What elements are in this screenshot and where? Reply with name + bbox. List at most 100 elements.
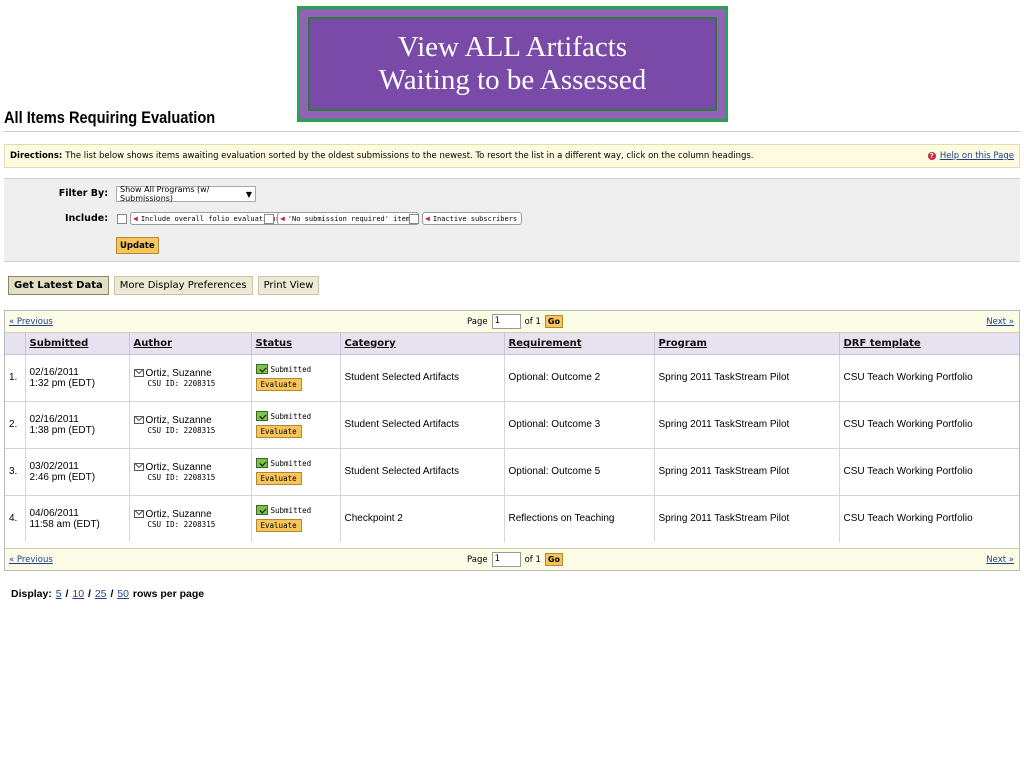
column-header-category[interactable]: Category	[340, 333, 505, 355]
evaluate-button[interactable]: Evaluate	[255, 519, 302, 533]
include-option-inactive[interactable]: ◀ Inactive subscribers	[409, 212, 523, 225]
submitted-time: 2:46 pm (EDT)	[29, 471, 96, 483]
rows-10-link[interactable]: 10	[72, 588, 84, 600]
info-arrow-icon: ◀	[133, 214, 138, 223]
include-option-folio[interactable]: ◀ Include overall folio evaluations	[117, 212, 285, 225]
go-button[interactable]: Go	[544, 315, 563, 328]
category-cell: Student Selected Artifacts	[340, 401, 505, 449]
no-submission-option-label: 'No submission required' items	[287, 214, 415, 223]
rows-25-link[interactable]: 25	[95, 588, 107, 600]
program-cell: Spring 2011 TaskStream Pilot	[654, 448, 840, 496]
status-cell: Submitted Evaluate	[251, 354, 341, 402]
pager-bottom: « Previous Page 1 of 1 Go Next »	[5, 548, 1019, 570]
view-toolbar: Get Latest Data More Display Preferences…	[8, 276, 320, 295]
page-title: All Items Requiring Evaluation	[4, 108, 216, 127]
print-view-button[interactable]: Print View	[257, 276, 320, 295]
submitted-icon	[255, 364, 268, 374]
column-header-status[interactable]: Status	[251, 333, 341, 355]
column-header-drf-template[interactable]: DRF template	[839, 333, 1019, 355]
title-banner: View ALL Artifacts Waiting to be Assesse…	[297, 6, 728, 122]
evaluate-button[interactable]: Evaluate	[255, 425, 302, 438]
inactive-checkbox[interactable]	[409, 213, 419, 224]
program-select-value: Show All Programs (w/ Submissions)	[120, 185, 210, 203]
requirement-cell: Optional: Outcome 3	[504, 401, 655, 449]
items-table: Submitted Author Status Category Require…	[5, 333, 1019, 542]
author-name: Ortiz, Suzanne	[145, 508, 212, 520]
inactive-option-pill: ◀ Inactive subscribers	[422, 212, 523, 225]
mail-icon[interactable]	[133, 368, 144, 377]
evaluate-button[interactable]: Evaluate	[255, 472, 302, 485]
submitted-date: 02/16/2011	[29, 413, 79, 425]
column-header-program[interactable]: Program	[654, 333, 840, 355]
submitted-date: 02/16/2011	[29, 366, 79, 378]
table-row: 3. 03/02/2011 2:46 pm (EDT) Ortiz, Suzann…	[5, 448, 1019, 496]
evaluate-button[interactable]: Evaluate	[255, 378, 302, 391]
submitted-time: 11:58 am (EDT)	[29, 518, 100, 530]
get-latest-data-button[interactable]: Get Latest Data	[8, 276, 109, 295]
include-option-no-submission[interactable]: ◀ 'No submission required' items	[264, 212, 420, 225]
column-header-author[interactable]: Author	[129, 333, 252, 355]
page-number-input[interactable]: 1	[491, 314, 521, 329]
program-cell: Spring 2011 TaskStream Pilot	[654, 401, 840, 449]
mail-icon[interactable]	[133, 415, 144, 424]
next-page-link[interactable]: Next »	[986, 317, 1014, 327]
include-label: Include:	[65, 213, 108, 224]
column-header-submitted[interactable]: Submitted	[25, 333, 130, 355]
category-cell: Student Selected Artifacts	[340, 448, 505, 496]
row-number: 3.	[5, 448, 26, 496]
author-cell: Ortiz, Suzanne CSU ID: 2208315	[129, 448, 252, 496]
row-number: 1.	[5, 354, 26, 402]
column-header-requirement[interactable]: Requirement	[504, 333, 655, 355]
help-link-wrap[interactable]: ? Help on this Page	[927, 151, 1014, 161]
submitted-date: 04/06/2011	[29, 507, 79, 519]
folio-option-label: Include overall folio evaluations	[140, 214, 280, 223]
program-cell: Spring 2011 TaskStream Pilot	[654, 495, 840, 542]
update-button[interactable]: Update	[116, 237, 159, 254]
no-submission-option-pill: ◀ 'No submission required' items	[277, 212, 420, 225]
folio-checkbox[interactable]	[117, 213, 127, 224]
previous-page-link[interactable]: « Previous	[9, 555, 53, 565]
submitted-icon	[255, 505, 268, 516]
mail-icon[interactable]	[133, 510, 144, 519]
title-banner-panel: View ALL Artifacts Waiting to be Assesse…	[300, 9, 725, 119]
rows-per-page: Display: 5 / 10 / 25 / 50 rows per page	[11, 588, 204, 600]
previous-page-link[interactable]: « Previous	[9, 317, 53, 327]
banner-line-2: Waiting to be Assessed	[378, 64, 647, 96]
display-separator: /	[65, 588, 69, 600]
submitted-time: 1:32 pm (EDT)	[29, 377, 96, 389]
author-name: Ortiz, Suzanne	[145, 414, 212, 426]
banner-line-1: View ALL Artifacts	[397, 31, 628, 63]
template-cell: CSU Teach Working Portfolio	[839, 401, 1019, 449]
no-submission-checkbox[interactable]	[264, 213, 274, 224]
display-preferences-button[interactable]: More Display Preferences	[113, 276, 253, 295]
filter-by-label: Filter By:	[58, 188, 108, 199]
author-cell: Ortiz, Suzanne CSU ID: 2208315	[129, 354, 252, 402]
submitted-cell: 02/16/2011 1:38 pm (EDT)	[25, 401, 130, 449]
submitted-icon	[255, 411, 268, 421]
submitted-time: 1:38 pm (EDT)	[29, 424, 96, 436]
table-header-row: Submitted Author Status Category Require…	[5, 333, 1019, 355]
program-select[interactable]: Show All Programs (w/ Submissions) ▼	[116, 185, 256, 203]
mail-icon[interactable]	[133, 462, 144, 471]
help-icon: ?	[927, 152, 936, 160]
rows-5-link[interactable]: 5	[56, 588, 62, 600]
display-label: Display:	[11, 588, 52, 600]
directions-text: The list below shows items awaiting eval…	[65, 151, 754, 161]
program-cell: Spring 2011 TaskStream Pilot	[654, 354, 840, 402]
table-row: 2. 02/16/2011 1:38 pm (EDT) Ortiz, Suzann…	[5, 401, 1019, 449]
status-cell: Submitted Evaluate	[251, 401, 341, 449]
info-arrow-icon: ◀	[425, 214, 430, 223]
page-count: of 1	[524, 316, 541, 327]
help-link[interactable]: Help on this Page	[940, 151, 1014, 161]
page-control: Page 1 of 1 Go	[467, 314, 563, 329]
filter-panel: Filter By: Show All Programs (w/ Submiss…	[4, 178, 1020, 262]
page-label: Page	[467, 554, 488, 565]
author-name: Ortiz, Suzanne	[145, 367, 212, 379]
table-row: 1. 02/16/2011 1:32 pm (EDT) Ortiz, Suzann…	[5, 354, 1019, 402]
requirement-cell: Optional: Outcome 5	[504, 448, 655, 496]
next-page-link[interactable]: Next »	[986, 555, 1014, 565]
go-button[interactable]: Go	[544, 553, 563, 566]
status-text: Submitted	[270, 505, 312, 515]
page-number-input[interactable]: 1	[491, 552, 521, 567]
rows-50-link[interactable]: 50	[117, 588, 129, 600]
